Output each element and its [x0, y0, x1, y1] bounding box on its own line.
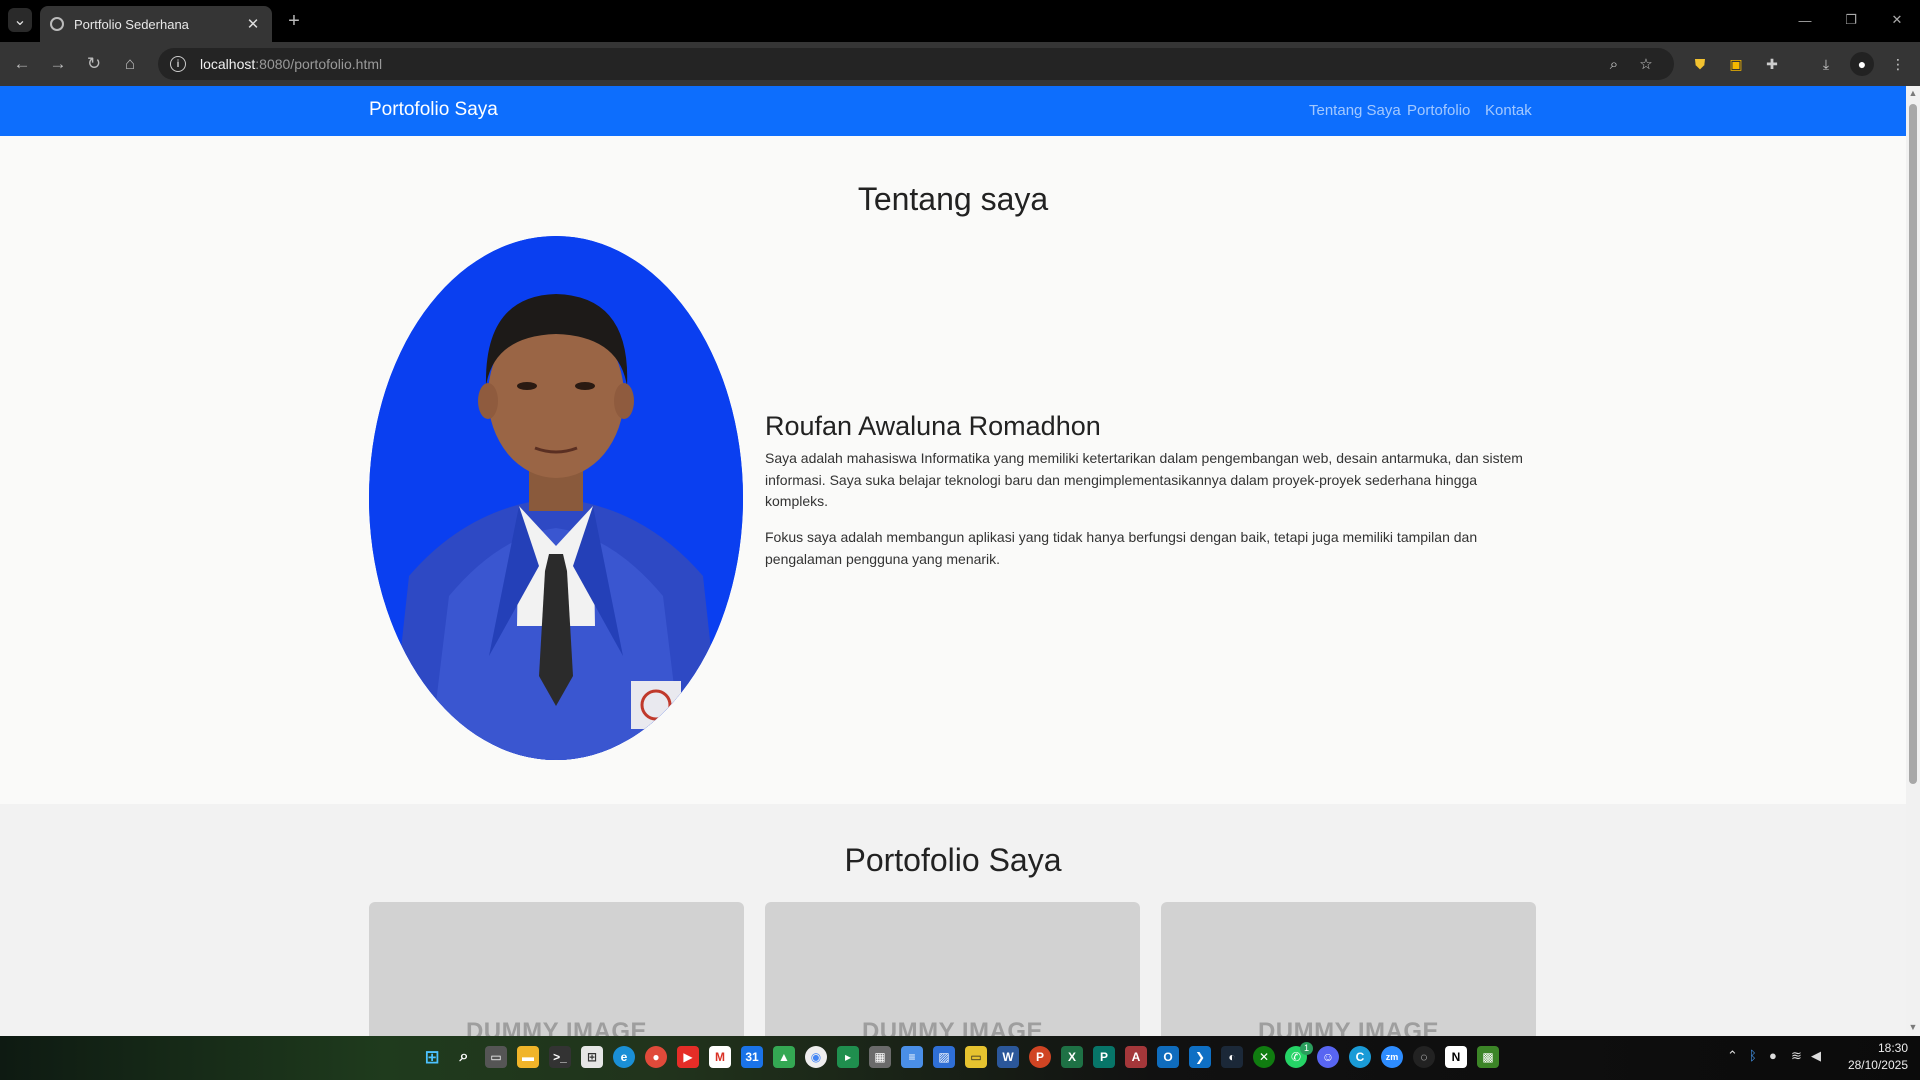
wifi-icon[interactable]: ≋	[1791, 1048, 1802, 1064]
address-bar[interactable]: i localhost :8080/portofolio.html ⌕ ☆	[158, 48, 1674, 80]
system-clock[interactable]: 18:30 28/10/2025	[1838, 1040, 1908, 1074]
about-heading: Tentang saya	[857, 181, 1049, 217]
xbox-icon[interactable]: ✕	[1253, 1046, 1275, 1068]
forward-button[interactable]: →	[44, 50, 72, 78]
maps-icon[interactable]: ◉	[805, 1046, 827, 1068]
clock-date: 28/10/2025	[1847, 1058, 1908, 1072]
vscode-icon[interactable]: ❯	[1189, 1046, 1211, 1068]
file-explorer-icon[interactable]: ▬	[517, 1046, 539, 1068]
url-host: localhost	[200, 56, 256, 72]
site-info-icon[interactable]: i	[170, 56, 186, 72]
card-placeholder-text: DUMMY IMAGE	[465, 1018, 648, 1036]
steam-icon[interactable]: ◐	[1221, 1046, 1243, 1068]
show-hidden-icons-chevron-icon[interactable]: ⌃	[1727, 1048, 1738, 1064]
volume-icon[interactable]: ◀	[1811, 1048, 1821, 1064]
password-extension-icon[interactable]: ▣	[1724, 52, 1748, 76]
microphone-icon[interactable]: ●	[1769, 1048, 1777, 1063]
nav-link-tentang-saya[interactable]: Tentang Saya	[1309, 102, 1401, 119]
github-icon[interactable]: ◌	[1413, 1046, 1435, 1068]
nav-link-kontak[interactable]: Kontak	[1485, 102, 1532, 119]
scroll-up-arrow-icon[interactable]: ▲	[1908, 88, 1918, 98]
reload-button[interactable]: ↻	[80, 50, 108, 78]
arrow-left-icon: ←	[13, 54, 31, 73]
page-scrollbar[interactable]: ▲ ▼	[1906, 86, 1920, 1036]
zoom-app-icon[interactable]: zm	[1381, 1046, 1403, 1068]
powerpoint-icon[interactable]: P	[1029, 1046, 1051, 1068]
chrome-icon[interactable]: ●	[645, 1046, 667, 1068]
new-tab-button[interactable]: +	[282, 9, 306, 33]
scroll-down-arrow-icon[interactable]: ▼	[1908, 1022, 1918, 1032]
restore-window-button[interactable]: ❐	[1828, 0, 1874, 40]
chevron-down-icon: ⌄	[13, 12, 27, 29]
home-icon: ⌂	[124, 54, 136, 73]
edge-icon[interactable]: e	[613, 1046, 635, 1068]
shield-extension-icon[interactable]: ⛊	[1688, 52, 1712, 76]
portfolio-card-1[interactable]: DUMMY IMAGE	[369, 902, 744, 1036]
youtube-icon[interactable]: ▶	[677, 1046, 699, 1068]
portfolio-card-2[interactable]: DUMMY IMAGE	[765, 902, 1140, 1036]
browser-toolbar: ← → ↻ ⌂ i localhost :8080/portofolio.htm…	[0, 42, 1920, 86]
download-icon[interactable]: ⤓	[1814, 52, 1838, 76]
bluetooth-icon[interactable]: ᛒ	[1749, 1048, 1757, 1063]
notion-icon[interactable]: N	[1445, 1046, 1467, 1068]
nav-link-portofolio[interactable]: Portofolio	[1407, 102, 1470, 119]
outlook-icon[interactable]: O	[1157, 1046, 1179, 1068]
copilot-icon[interactable]: C	[1349, 1046, 1371, 1068]
back-button[interactable]: ←	[8, 50, 36, 78]
bio-paragraph-2: Fokus saya adalah membangun aplikasi yan…	[765, 529, 1478, 567]
close-tab-icon[interactable]: ✕	[244, 15, 262, 33]
calculator-icon[interactable]: ▦	[869, 1046, 891, 1068]
puzzle-extensions-icon[interactable]: ✚	[1760, 52, 1784, 76]
whatsapp-unread-badge: 1	[1300, 1042, 1313, 1055]
globe-icon	[50, 17, 64, 31]
os-taskbar: ⊞ ⌕ ▭ ▬ >_ ⊞ e ● ▶ M 31 ▲ ◉ ▸ ▦ ≡ ▨ ▭ W …	[0, 1036, 1920, 1080]
profile-name: Roufan Awaluna Romadhon	[765, 411, 1101, 441]
google-drive-icon[interactable]: ▲	[773, 1046, 795, 1068]
card-placeholder-text: DUMMY IMAGE	[1257, 1018, 1440, 1036]
close-window-button[interactable]: ✕	[1874, 0, 1920, 40]
gmail-icon[interactable]: M	[709, 1046, 731, 1068]
home-button[interactable]: ⌂	[116, 50, 144, 78]
clock-time: 18:30	[1877, 1041, 1908, 1055]
browser-tab[interactable]: Portfolio Sederhana ✕	[40, 6, 272, 42]
arrow-right-icon: →	[49, 54, 67, 73]
portrait-illustration	[369, 236, 743, 760]
folder-app-icon[interactable]: ▭	[965, 1046, 987, 1068]
word-icon[interactable]: W	[997, 1046, 1019, 1068]
profile-avatar-icon[interactable]: ●	[1850, 52, 1874, 76]
photos-icon[interactable]: ▨	[933, 1046, 955, 1068]
site-navbar: Portofolio Saya Tentang Saya Portofolio …	[0, 86, 1906, 136]
windows-start-icon[interactable]: ⊞	[421, 1046, 443, 1068]
url-path: :8080/portofolio.html	[255, 56, 383, 72]
card-placeholder-text: DUMMY IMAGE	[861, 1018, 1044, 1036]
search-icon[interactable]: ⌕	[453, 1046, 475, 1068]
portfolio-card-3[interactable]: DUMMY IMAGE	[1161, 902, 1536, 1036]
site-brand[interactable]: Portofolio Saya	[369, 99, 498, 121]
calendar-icon[interactable]: 31	[741, 1046, 763, 1068]
reload-icon: ↻	[86, 54, 102, 73]
ms-store-icon[interactable]: ⊞	[581, 1046, 603, 1068]
bio-paragraph-1: Saya adalah mahasiswa Informatika yang m…	[765, 450, 1523, 509]
browser-tab-strip: ⌄ Portfolio Sederhana ✕ + — ❐ ✕	[0, 0, 1920, 42]
minimize-window-button[interactable]: —	[1782, 0, 1828, 40]
profile-photo	[369, 236, 743, 760]
tab-title: Portfolio Sederhana	[74, 16, 189, 32]
publisher-icon[interactable]: P	[1093, 1046, 1115, 1068]
terminal-icon[interactable]: >_	[549, 1046, 571, 1068]
minecraft-icon[interactable]: ▩	[1477, 1046, 1499, 1068]
docs-icon[interactable]: ≡	[901, 1046, 923, 1068]
excel-icon[interactable]: X	[1061, 1046, 1083, 1068]
page-viewport: Portofolio Saya Tentang Saya Portofolio …	[0, 86, 1906, 1036]
tab-search-button[interactable]: ⌄	[8, 8, 32, 32]
zoom-icon[interactable]: ⌕	[1602, 52, 1626, 76]
access-icon[interactable]: A	[1125, 1046, 1147, 1068]
scrollbar-thumb[interactable]	[1909, 104, 1917, 784]
portfolio-heading: Portofolio Saya	[844, 842, 1062, 878]
sheets-app-icon[interactable]: ▸	[837, 1046, 859, 1068]
task-view-icon[interactable]: ▭	[485, 1046, 507, 1068]
discord-icon[interactable]: ☺	[1317, 1046, 1339, 1068]
menu-kebab-icon[interactable]: ⋮	[1886, 52, 1910, 76]
bookmark-star-icon[interactable]: ☆	[1634, 52, 1658, 76]
